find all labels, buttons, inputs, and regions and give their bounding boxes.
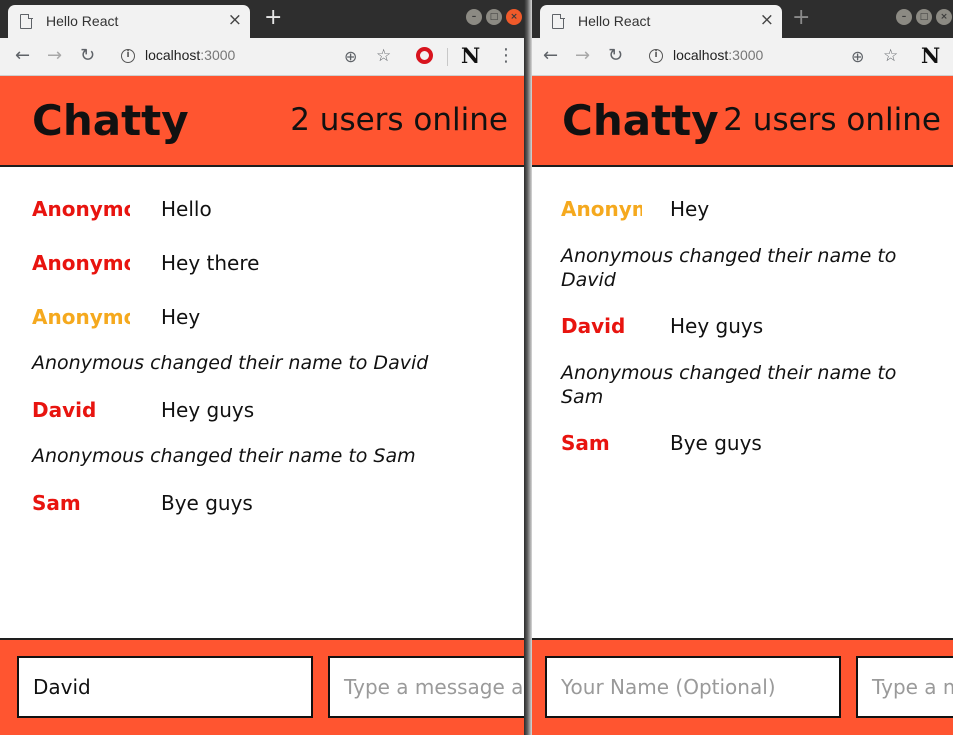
message-username: Sam — [561, 431, 610, 455]
browser-window-left: Hello React × + – □ × ← → ↻ i localhost:… — [0, 0, 526, 735]
close-icon[interactable]: × — [228, 10, 242, 30]
page-icon — [20, 13, 33, 29]
brand-title[interactable]: Chatty — [562, 96, 719, 145]
message-content: Bye guys — [161, 491, 253, 515]
message-input[interactable]: Type a message and hit ENTER — [328, 656, 524, 718]
window-divider — [524, 0, 532, 735]
address-bar[interactable]: localhost:3000 — [145, 47, 235, 63]
message-content: Bye guys — [670, 431, 762, 455]
browser-tab[interactable]: Hello React × — [540, 5, 782, 38]
browser-tab[interactable]: Hello React × — [8, 5, 250, 38]
message-content: Hey — [161, 305, 201, 329]
username-input[interactable]: Your Name (Optional) — [545, 656, 841, 718]
message-username: Anonymous — [561, 197, 642, 221]
window-close-icon[interactable]: × — [936, 9, 952, 25]
arrow-left-icon[interactable]: ← — [15, 45, 30, 66]
minimize-icon[interactable]: – — [466, 9, 482, 25]
tab-title: Hello React — [578, 13, 651, 29]
chat-navbar: Chatty 2 users online — [0, 76, 524, 167]
plus-icon[interactable]: + — [264, 5, 282, 30]
notion-icon[interactable]: N — [921, 43, 940, 68]
page-icon — [552, 13, 565, 29]
info-icon[interactable]: i — [649, 49, 663, 63]
browser-toolbar: ← → ↻ i localhost:3000 ⊕ ☆ N — [532, 38, 953, 76]
system-notification: Anonymous changed their name to Sam — [32, 445, 416, 467]
message-content: Hey guys — [670, 314, 764, 338]
users-online-count: 2 users online — [290, 102, 508, 138]
message-username: Anonymous — [32, 197, 130, 221]
message-content: Hello — [161, 197, 212, 221]
tab-title: Hello React — [46, 13, 119, 29]
browser-toolbar: ← → ↻ i localhost:3000 ⊕ ☆ N ⋮ — [0, 38, 524, 76]
address-bar[interactable]: localhost:3000 — [673, 47, 763, 63]
url-port: :3000 — [728, 47, 764, 63]
chat-navbar: Chatty 2 users online — [532, 76, 953, 167]
arrow-left-icon[interactable]: ← — [543, 45, 558, 66]
message-content: Hey there — [161, 251, 260, 275]
reload-icon[interactable]: ↻ — [80, 45, 95, 66]
system-notification: Anonymous changed their name to David — [32, 352, 429, 374]
message-username: Anonymous — [32, 305, 130, 329]
url-host: localhost — [673, 47, 729, 63]
system-notification: Anonymous changed their name to Sam — [561, 362, 897, 408]
message-username: David — [32, 398, 97, 422]
window-close-icon[interactable]: × — [506, 9, 522, 25]
reload-icon[interactable]: ↻ — [608, 45, 623, 66]
message-content: Hey guys — [161, 398, 255, 422]
info-icon[interactable]: i — [121, 49, 135, 63]
chat-bar: Your Name (Optional) Type a message and … — [532, 638, 953, 735]
minimize-icon[interactable]: – — [896, 9, 912, 25]
star-icon[interactable]: ☆ — [883, 46, 898, 66]
zoom-icon[interactable]: ⊕ — [344, 47, 357, 66]
users-online-count: 2 users online — [723, 102, 941, 138]
toolbar-separator — [447, 48, 448, 66]
tab-strip: Hello React × + – □ × — [0, 0, 524, 38]
zoom-icon[interactable]: ⊕ — [851, 47, 864, 66]
url-port: :3000 — [200, 47, 236, 63]
username-input[interactable]: David — [17, 656, 313, 718]
menu-dots-icon[interactable]: ⋮ — [497, 45, 515, 66]
close-icon[interactable]: × — [760, 10, 774, 30]
brand-title[interactable]: Chatty — [32, 96, 189, 145]
notion-icon[interactable]: N — [461, 43, 480, 68]
system-notification: Anonymous changed their name to David — [561, 245, 897, 291]
message-input[interactable]: Type a message and hit ENTER — [856, 656, 953, 718]
message-username: David — [561, 314, 626, 338]
arrow-right-icon[interactable]: → — [47, 45, 62, 66]
star-icon[interactable]: ☆ — [376, 46, 391, 66]
browser-window-right: Hello React × + – □ × ← → ↻ i localhost:… — [532, 0, 953, 735]
maximize-icon[interactable]: □ — [486, 9, 502, 25]
message-content: Hey — [670, 197, 710, 221]
message-username: Anonymous — [32, 251, 130, 275]
url-host: localhost — [145, 47, 201, 63]
chat-bar: David Type a message and hit ENTER — [0, 638, 524, 735]
tab-strip: Hello React × + – □ × — [532, 0, 953, 38]
arrow-right-icon[interactable]: → — [575, 45, 590, 66]
opera-icon[interactable] — [416, 47, 433, 64]
message-username: Sam — [32, 491, 81, 515]
maximize-icon[interactable]: □ — [916, 9, 932, 25]
plus-icon[interactable]: + — [792, 5, 810, 30]
